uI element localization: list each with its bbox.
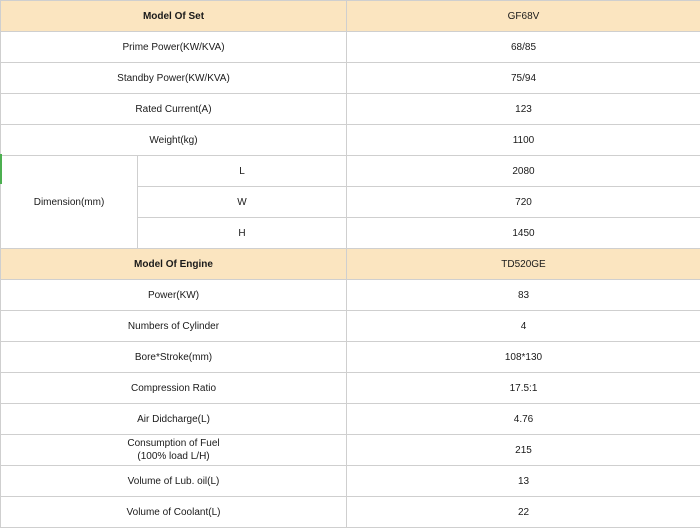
table-row: Power(KW) 83 xyxy=(1,280,700,311)
row-label: Consumption of Fuel (100% load L/H) xyxy=(1,435,347,466)
row-label: Weight(kg) xyxy=(1,125,347,156)
row-label-line1: Consumption of Fuel xyxy=(1,437,346,450)
table-row: Rated Current(A) 123 xyxy=(1,94,700,125)
row-label-line2: (100% load L/H) xyxy=(1,450,346,463)
set-header-label: Model Of Set xyxy=(1,1,347,32)
row-value: 83 xyxy=(347,280,700,311)
spec-table: Model Of Set GF68V Prime Power(KW/KVA) 6… xyxy=(0,0,700,528)
engine-header-value: TD520GE xyxy=(347,249,700,280)
row-value: 17.5:1 xyxy=(347,373,700,404)
row-value: 4.76 xyxy=(347,404,700,435)
row-value: 1100 xyxy=(347,125,700,156)
row-label: Prime Power(KW/KVA) xyxy=(1,32,347,63)
row-value: 13 xyxy=(347,466,700,497)
table-row: Numbers of Cylinder 4 xyxy=(1,311,700,342)
row-label: Compression Ratio xyxy=(1,373,347,404)
dimension-label: Dimension(mm) xyxy=(1,156,138,249)
dimension-value: 1450 xyxy=(347,218,700,249)
table-row: Compression Ratio 17.5:1 xyxy=(1,373,700,404)
row-label: Numbers of Cylinder xyxy=(1,311,347,342)
row-label: Power(KW) xyxy=(1,280,347,311)
table-row: Bore*Stroke(mm) 108*130 xyxy=(1,342,700,373)
row-value: 123 xyxy=(347,94,700,125)
row-label: Air Didcharge(L) xyxy=(1,404,347,435)
table-row: Consumption of Fuel (100% load L/H) 215 xyxy=(1,435,700,466)
table-row: Weight(kg) 1100 xyxy=(1,125,700,156)
dimension-axis: W xyxy=(138,187,347,218)
row-label: Standby Power(KW/KVA) xyxy=(1,63,347,94)
row-value: 215 xyxy=(347,435,700,466)
row-label: Rated Current(A) xyxy=(1,94,347,125)
dimension-value: 2080 xyxy=(347,156,700,187)
row-label: Volume of Lub. oil(L) xyxy=(1,466,347,497)
table-row: Standby Power(KW/KVA) 75/94 xyxy=(1,63,700,94)
row-value: 108*130 xyxy=(347,342,700,373)
dimension-value: 720 xyxy=(347,187,700,218)
green-edge-marker xyxy=(0,154,2,184)
engine-header-row: Model Of Engine TD520GE xyxy=(1,249,700,280)
dimension-axis: H xyxy=(138,218,347,249)
row-value: 68/85 xyxy=(347,32,700,63)
set-header-row: Model Of Set GF68V xyxy=(1,1,700,32)
row-label: Bore*Stroke(mm) xyxy=(1,342,347,373)
row-value: 75/94 xyxy=(347,63,700,94)
engine-header-label: Model Of Engine xyxy=(1,249,347,280)
table-row: Dimension(mm) L 2080 xyxy=(1,156,700,187)
set-header-value: GF68V xyxy=(347,1,700,32)
dimension-axis: L xyxy=(138,156,347,187)
row-value: 4 xyxy=(347,311,700,342)
table-row: Prime Power(KW/KVA) 68/85 xyxy=(1,32,700,63)
table-row: Air Didcharge(L) 4.76 xyxy=(1,404,700,435)
table-row: Volume of Lub. oil(L) 13 xyxy=(1,466,700,497)
